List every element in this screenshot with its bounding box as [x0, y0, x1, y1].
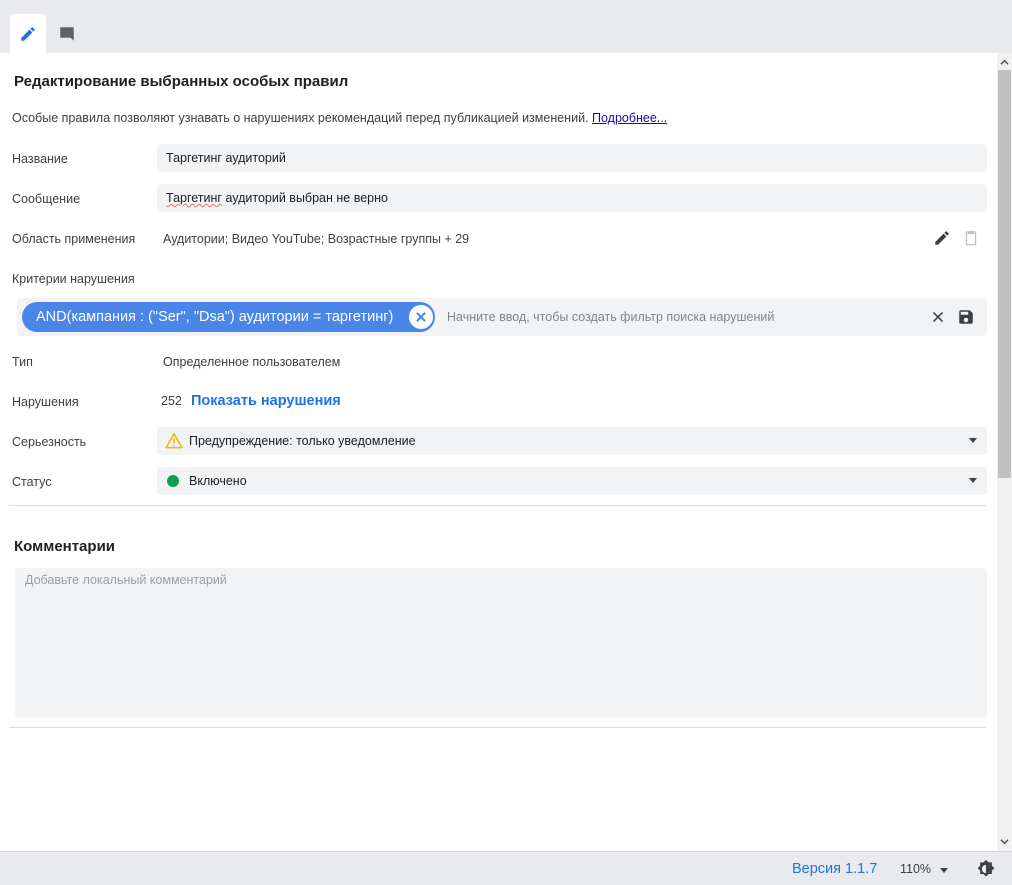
tab-bar	[0, 0, 1012, 53]
edit-scope-button[interactable]	[931, 227, 953, 249]
name-label: Название	[12, 152, 68, 166]
warning-icon	[165, 433, 183, 449]
tab-edit[interactable]	[10, 14, 46, 53]
criteria-search-input[interactable]	[447, 310, 907, 324]
close-icon	[933, 312, 943, 322]
chevron-down-icon	[969, 478, 977, 483]
save-filter-button[interactable]	[955, 306, 977, 328]
save-icon	[959, 310, 973, 324]
pencil-icon	[21, 26, 35, 41]
severity-label: Серьезность	[12, 435, 87, 449]
intro-text: Особые правила позволяют узнавать о нару…	[12, 111, 667, 125]
section-divider	[9, 727, 987, 728]
close-icon	[416, 312, 426, 322]
clear-filter-button[interactable]	[927, 306, 949, 328]
comment-textarea[interactable]	[15, 568, 987, 718]
violations-count: 252	[161, 394, 182, 408]
zoom-level[interactable]: 110%	[900, 862, 931, 876]
scope-value: Аудитории; Видео YouTube; Возрастные гру…	[163, 232, 470, 246]
rule-editor-panel: Редактирование выбранных особых правил О…	[0, 53, 997, 851]
severity-select[interactable]: Предупреждение: только уведомление	[157, 427, 987, 455]
vertical-scrollbar[interactable]	[997, 53, 1012, 851]
name-value: Таргетинг аудиторий	[166, 151, 286, 165]
severity-value: Предупреждение: только уведомление	[189, 434, 416, 448]
chevron-down-icon[interactable]	[940, 868, 948, 873]
criteria-label: Критерии нарушения	[12, 272, 135, 286]
scroll-down-icon[interactable]	[1000, 837, 1009, 846]
message-label: Сообщение	[12, 192, 81, 206]
scope-label: Область применения	[12, 232, 136, 246]
status-dot-icon	[167, 475, 179, 487]
remove-chip-button[interactable]	[409, 305, 433, 329]
type-value: Определенное пользователем	[163, 355, 341, 369]
type-label: Тип	[12, 355, 33, 369]
tab-comments[interactable]	[49, 14, 85, 53]
show-violations-link[interactable]: Показать нарушения	[191, 393, 341, 409]
version-link[interactable]: Версия 1.1.7	[792, 861, 877, 877]
pencil-icon	[935, 231, 949, 245]
section-divider	[9, 505, 987, 506]
intro-description: Особые правила позволяют узнавать о нару…	[12, 111, 589, 125]
status-value: Включено	[189, 474, 247, 488]
message-value: аудиторий выбран не верно	[221, 191, 388, 205]
status-bar: Версия 1.1.7 110%	[0, 851, 1012, 885]
learn-more-link[interactable]: Подробнее...	[592, 111, 667, 125]
violations-label: Нарушения	[12, 395, 79, 409]
criteria-chip-label: AND(кампания : ("Ser", "Dsa") аудитории …	[36, 309, 394, 325]
brightness-icon[interactable]	[976, 859, 996, 879]
status-label: Статус	[12, 475, 52, 489]
name-field[interactable]: Таргетинг аудиторий	[157, 144, 987, 172]
clipboard-icon	[965, 230, 977, 246]
message-field[interactable]: Таргетинг аудиторий выбран не верно	[157, 184, 987, 212]
comment-icon	[60, 26, 74, 41]
page-title: Редактирование выбранных особых правил	[14, 73, 349, 90]
criteria-filter-bar: AND(кампания : ("Ser", "Dsa") аудитории …	[17, 298, 987, 336]
comments-title: Комментарии	[14, 538, 116, 555]
scroll-up-icon[interactable]	[1000, 58, 1009, 67]
paste-scope-button[interactable]	[960, 227, 982, 249]
criteria-filter-chip[interactable]: AND(кампания : ("Ser", "Dsa") аудитории …	[22, 302, 435, 332]
message-value-misspelled: Таргетинг	[166, 191, 222, 205]
scrollbar-thumb[interactable]	[998, 70, 1011, 478]
chevron-down-icon	[969, 438, 977, 443]
status-select[interactable]: Включено	[157, 467, 987, 495]
